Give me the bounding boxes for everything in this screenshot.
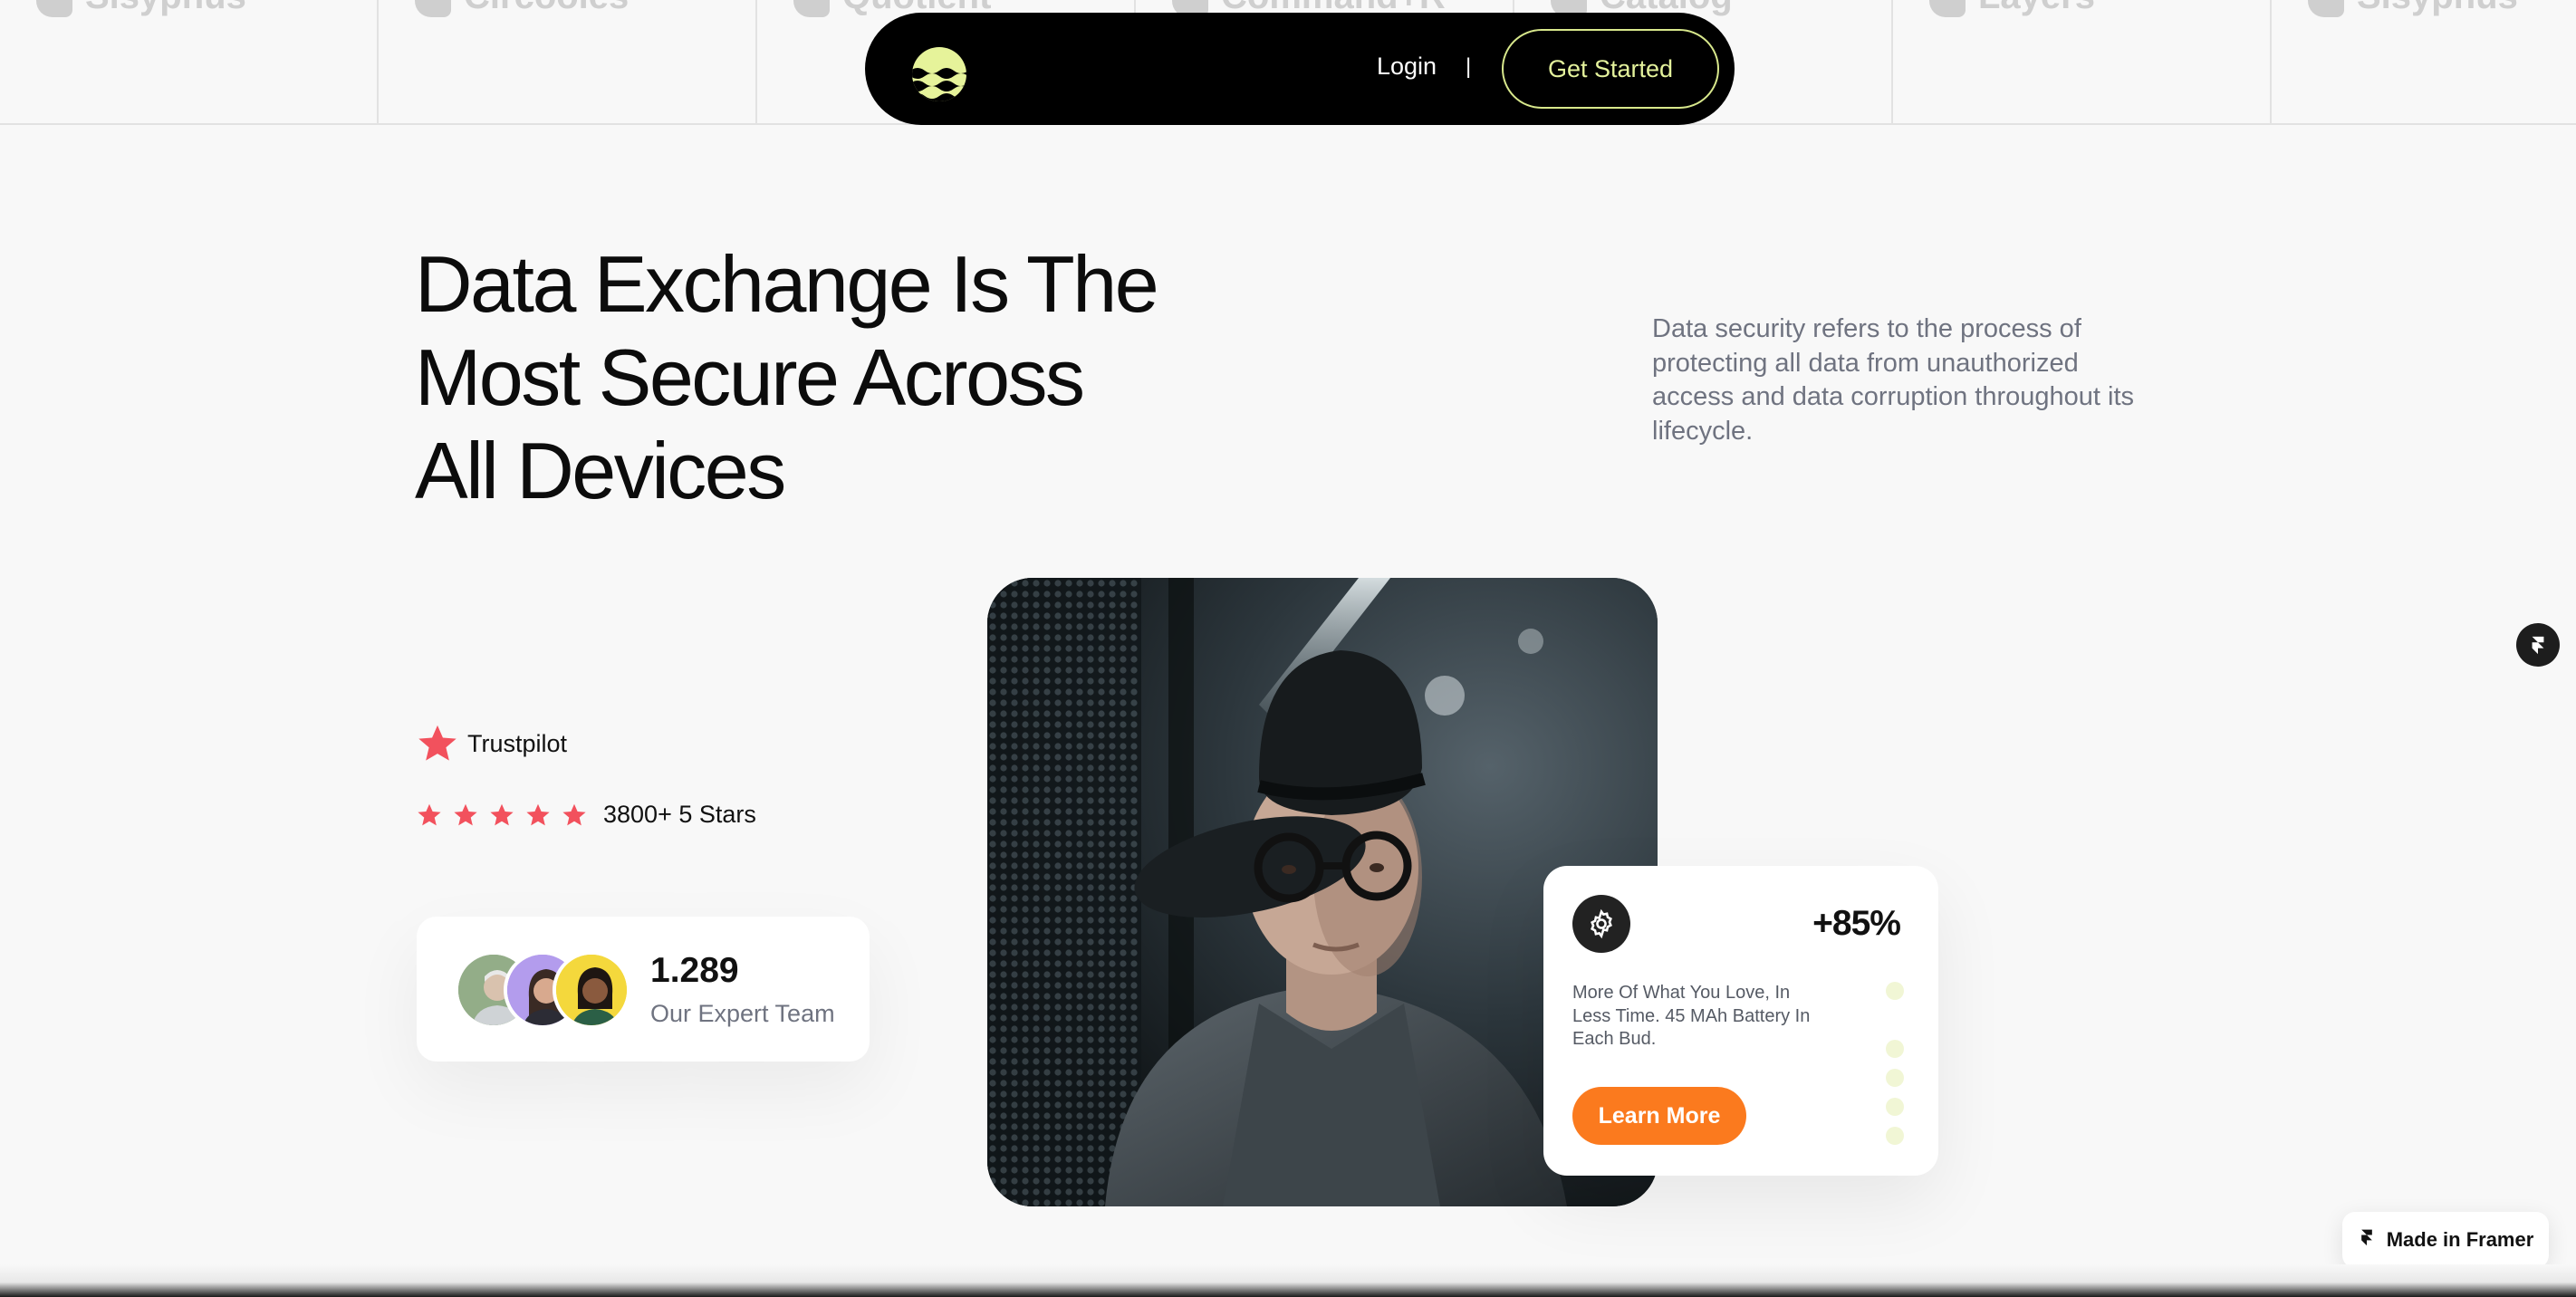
partner-logo-icon	[1929, 0, 1966, 17]
partner-logo-icon	[793, 0, 830, 17]
framer-icon[interactable]	[2516, 623, 2560, 667]
bottom-shadow	[0, 1264, 2576, 1297]
learn-more-button[interactable]: Learn More	[1572, 1087, 1746, 1145]
partner-logo-name: Sisyphus	[85, 0, 246, 17]
partner-logo-icon	[36, 0, 72, 17]
partner-logo-name: Circooles	[464, 0, 629, 17]
partner-logo-icon	[2308, 0, 2344, 17]
partner-logo-name: Layers	[1978, 0, 2095, 17]
page-title: Data Exchange Is The Most Secure Across …	[415, 237, 1230, 517]
progress-dot	[1886, 1098, 1904, 1116]
progress-dot	[1886, 982, 1904, 1000]
rating-text: 3800+ 5 Stars	[603, 801, 756, 828]
get-started-button[interactable]: Get Started	[1502, 29, 1719, 109]
partner-logo: Layers	[1893, 0, 2272, 123]
top-nav: Login | Get Started	[865, 13, 1735, 125]
stat-value: +85%	[1812, 904, 1901, 943]
team-count: 1.289	[650, 951, 739, 990]
star-rating: 3800+ 5 Stars	[417, 801, 756, 829]
expert-team-card: 1.289 Our Expert Team	[417, 917, 870, 1062]
headline-line: Data Exchange Is The	[415, 239, 1159, 329]
star-icon	[525, 802, 551, 828]
star-icon	[417, 802, 442, 828]
made-in-framer-badge[interactable]: Made in Framer	[2342, 1212, 2549, 1268]
waves-sun-icon[interactable]	[910, 45, 968, 103]
partner-logo: Sisyphus	[0, 0, 379, 123]
stat-description: More Of What You Love, In Less Time. 45 …	[1572, 983, 1811, 1049]
headline-line: All Devices	[415, 426, 786, 515]
trustpilot-label: Trustpilot	[467, 729, 568, 757]
avatar-group	[455, 951, 636, 1033]
battery-stat-card: +85% More Of What You Love, In Less Time…	[1543, 866, 1938, 1176]
headline-line: Most Secure Across	[415, 332, 1085, 422]
partner-logo-name: Sisyphus	[2357, 0, 2518, 17]
progress-dot	[1886, 1040, 1904, 1058]
trustpilot-badge: Trustpilot	[417, 723, 567, 764]
framer-logo-icon	[2358, 1227, 2376, 1253]
partner-logo: Sisyphus	[2272, 0, 2576, 123]
login-link[interactable]: Login	[1377, 53, 1437, 81]
partner-logo: Circooles	[379, 0, 757, 123]
hero-description: Data security refers to the process of p…	[1652, 314, 2134, 446]
team-label: Our Expert Team	[650, 1000, 835, 1027]
progress-dot	[1886, 1069, 1904, 1087]
star-icon	[489, 802, 514, 828]
star-icon	[453, 802, 478, 828]
progress-dot	[1886, 1127, 1904, 1145]
gear-icon	[1572, 895, 1630, 953]
star-icon	[562, 802, 587, 828]
nav-separator: |	[1466, 54, 1472, 79]
partner-logo-icon	[415, 0, 451, 17]
trustpilot-star-icon	[417, 723, 458, 764]
made-in-framer-label: Made in Framer	[2386, 1228, 2534, 1251]
avatar	[553, 951, 630, 1029]
